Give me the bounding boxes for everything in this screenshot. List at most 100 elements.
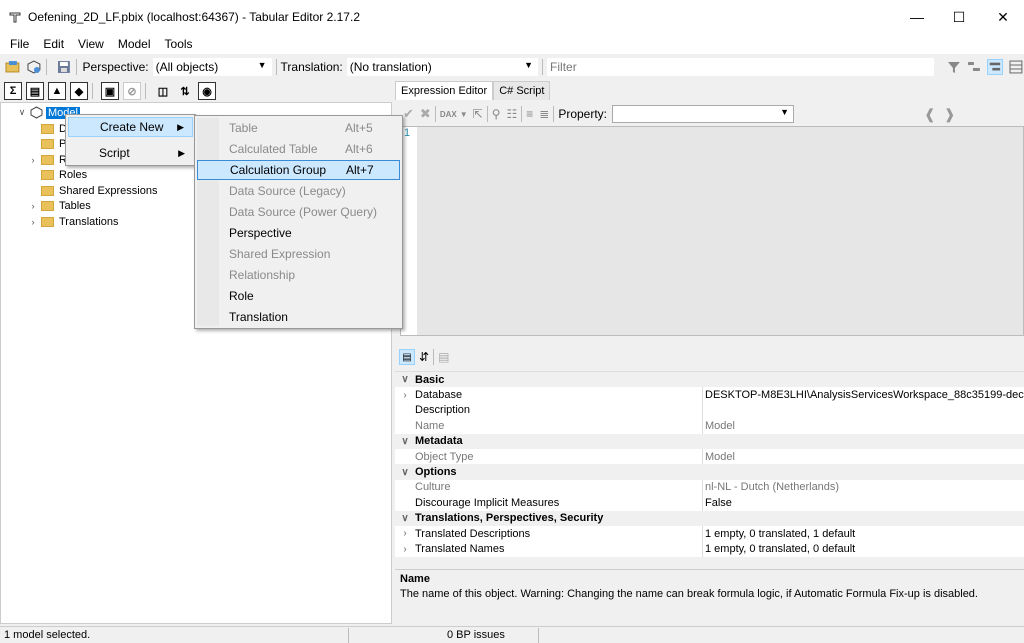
property-category[interactable]: ∨ Options — [395, 464, 1024, 480]
collapse-icon[interactable]: ∨ — [395, 513, 415, 524]
tree-node-data-sources[interactable]: D — [41, 121, 67, 136]
show-hierarchies-button[interactable]: ▲ — [48, 82, 66, 100]
tree-node-tables[interactable]: › Tables — [28, 198, 91, 213]
alphabetical-icon[interactable]: ⇵ — [419, 350, 429, 364]
save-icon[interactable] — [56, 59, 72, 75]
tree-node-roles[interactable]: Roles — [41, 167, 87, 182]
slash-icon: ⊘ — [127, 85, 137, 98]
property-grid[interactable]: ∨ Basic › Database DESKTOP-M8E3LHI\AnalysisS… — [395, 371, 1024, 557]
submenu-item-calculation-group[interactable]: Calculation Group Alt+7 — [197, 160, 400, 180]
expand-icon[interactable]: › — [28, 201, 38, 211]
expand-icon[interactable]: › — [28, 155, 38, 165]
tree-node-relationships[interactable]: › R — [28, 152, 67, 167]
sigma-icon: Σ — [9, 85, 17, 97]
tree-node-label: Shared Expressions — [59, 184, 158, 197]
tab-expression-editor[interactable]: Expression Editor — [395, 81, 494, 100]
submenu-item-translation[interactable]: Translation — [197, 307, 400, 327]
accept-icon[interactable]: ✔ — [403, 106, 414, 122]
filter-icon[interactable] — [946, 59, 962, 75]
display-folders-icon[interactable] — [987, 59, 1004, 75]
property-value[interactable]: DESKTOP-M8E3LHI\AnalysisServicesWorkspac… — [705, 389, 1024, 401]
property-row[interactable]: Culture nl-NL - Dutch (Netherlands) — [395, 479, 1024, 496]
menu-view[interactable]: View — [78, 37, 104, 51]
property-row[interactable]: › Database DESKTOP-M8E3LHI\AnalysisService… — [395, 387, 1024, 403]
collapse-icon[interactable]: ∨ — [395, 436, 415, 447]
tree-node-shared-expressions[interactable]: Shared Expressions — [41, 183, 157, 198]
uncomment-icon[interactable]: ≣ — [539, 107, 549, 121]
perspective-dropdown[interactable]: (All objects) ▼ — [152, 58, 272, 76]
property-category[interactable]: ∨ Metadata — [395, 433, 1024, 449]
property-row[interactable]: Name Model — [395, 418, 1024, 434]
property-value[interactable]: False — [705, 497, 732, 509]
submenu-item-relationship[interactable]: Relationship — [197, 265, 400, 285]
expression-editor[interactable]: 1 — [400, 126, 1024, 336]
property-row[interactable]: Discourage Implicit Measures False — [395, 495, 1024, 511]
maximize-button[interactable]: ☐ — [936, 0, 982, 34]
description-title: Name — [400, 573, 430, 585]
menu-edit[interactable]: Edit — [43, 37, 64, 51]
expand-icon[interactable]: › — [28, 217, 38, 227]
submenu-shortcut: Alt+6 — [345, 142, 373, 156]
property-row[interactable]: Description — [395, 402, 1024, 419]
submenu-item-shared-expression[interactable]: Shared Expression — [197, 244, 400, 264]
status-bp-issues[interactable]: 0 BP issues — [443, 627, 539, 643]
chevron-down-icon[interactable]: ▼ — [460, 110, 468, 119]
cancel-icon[interactable]: ✖ — [420, 106, 431, 122]
minimize-button[interactable]: — — [894, 0, 940, 34]
property-category[interactable]: ∨ Translations, Perspectives, Security — [395, 510, 1024, 526]
connect-model-icon[interactable] — [26, 59, 42, 75]
dependencies-button[interactable]: ◉ — [198, 82, 216, 100]
property-value[interactable]: 1 empty, 0 translated, 1 default — [705, 528, 855, 540]
open-folder-icon[interactable] — [5, 59, 21, 75]
title-bar: Oefening_2D_LF.pbix (localhost:64367) - … — [0, 0, 1024, 34]
tab-csharp-script[interactable]: C# Script — [493, 81, 551, 100]
categorized-icon[interactable]: ▤ — [399, 349, 415, 365]
submenu-item-role[interactable]: Role — [197, 286, 400, 306]
property-dropdown[interactable]: ▼ — [612, 105, 795, 123]
replace-icon[interactable]: ☷ — [506, 107, 517, 121]
sort-button[interactable]: ⇅ — [176, 82, 194, 100]
filter-input[interactable]: Filter — [547, 58, 934, 76]
menu-tools[interactable]: Tools — [165, 37, 193, 51]
show-hidden-button[interactable]: ▣ — [101, 82, 119, 100]
property-row[interactable]: Object Type Model — [395, 449, 1024, 465]
context-script[interactable]: Script ▶ — [68, 143, 193, 163]
expand-icon[interactable]: › — [395, 544, 415, 555]
back-icon[interactable]: ❰ — [924, 106, 936, 123]
tree-node-perspectives[interactable]: P — [41, 136, 66, 151]
property-row[interactable]: › Translated Descriptions 1 empty, 0 trans… — [395, 526, 1024, 542]
comment-icon[interactable]: ≡ — [526, 107, 533, 121]
collapse-icon[interactable]: ∨ — [395, 374, 415, 385]
tree-node-translations[interactable]: › Translations — [28, 214, 119, 229]
show-columns-button[interactable]: ▤ — [26, 82, 44, 100]
show-partitions-button[interactable]: ◆ — [70, 82, 88, 100]
expand-icon[interactable]: › — [395, 528, 415, 539]
menu-file[interactable]: File — [10, 37, 29, 51]
menu-model[interactable]: Model — [118, 37, 151, 51]
submenu-item-data-source-power-query[interactable]: Data Source (Power Query) — [197, 202, 400, 222]
context-create-new[interactable]: Create New ▶ — [68, 117, 193, 137]
expand-icon[interactable]: › — [395, 390, 415, 401]
close-button[interactable]: ✕ — [980, 0, 1024, 34]
show-all-button[interactable]: ⊘ — [123, 82, 141, 100]
property-value[interactable]: 1 empty, 0 translated, 0 default — [705, 543, 855, 555]
property-category[interactable]: ∨ Basic — [395, 372, 1024, 388]
toolbar-separator — [486, 106, 488, 122]
columns-view-icon[interactable] — [1008, 59, 1024, 75]
submenu-item-table[interactable]: Table Alt+5 — [197, 118, 400, 138]
metadata-columns-button[interactable]: ◫ — [154, 82, 172, 100]
hierarchy-view-icon[interactable] — [966, 59, 982, 75]
property-row[interactable]: › Translated Names 1 empty, 0 translated, … — [395, 541, 1024, 557]
dax-format-icon[interactable]: DAX — [440, 110, 457, 119]
submenu-item-perspective[interactable]: Perspective — [197, 223, 400, 243]
property-pages-icon[interactable]: ▤ — [438, 350, 449, 364]
dependencies-icon[interactable]: ⇱ — [473, 107, 483, 121]
submenu-item-data-source-legacy[interactable]: Data Source (Legacy) — [197, 181, 400, 201]
collapse-icon[interactable]: ∨ — [395, 467, 415, 478]
translation-dropdown[interactable]: (No translation) ▼ — [346, 58, 539, 76]
search-icon[interactable]: ⚲ — [492, 107, 501, 121]
submenu-item-calculated-table[interactable]: Calculated Table Alt+6 — [197, 139, 400, 159]
collapse-icon[interactable]: ∨ — [17, 107, 27, 118]
forward-icon[interactable]: ❱ — [944, 106, 956, 123]
show-measures-button[interactable]: Σ — [4, 82, 22, 100]
